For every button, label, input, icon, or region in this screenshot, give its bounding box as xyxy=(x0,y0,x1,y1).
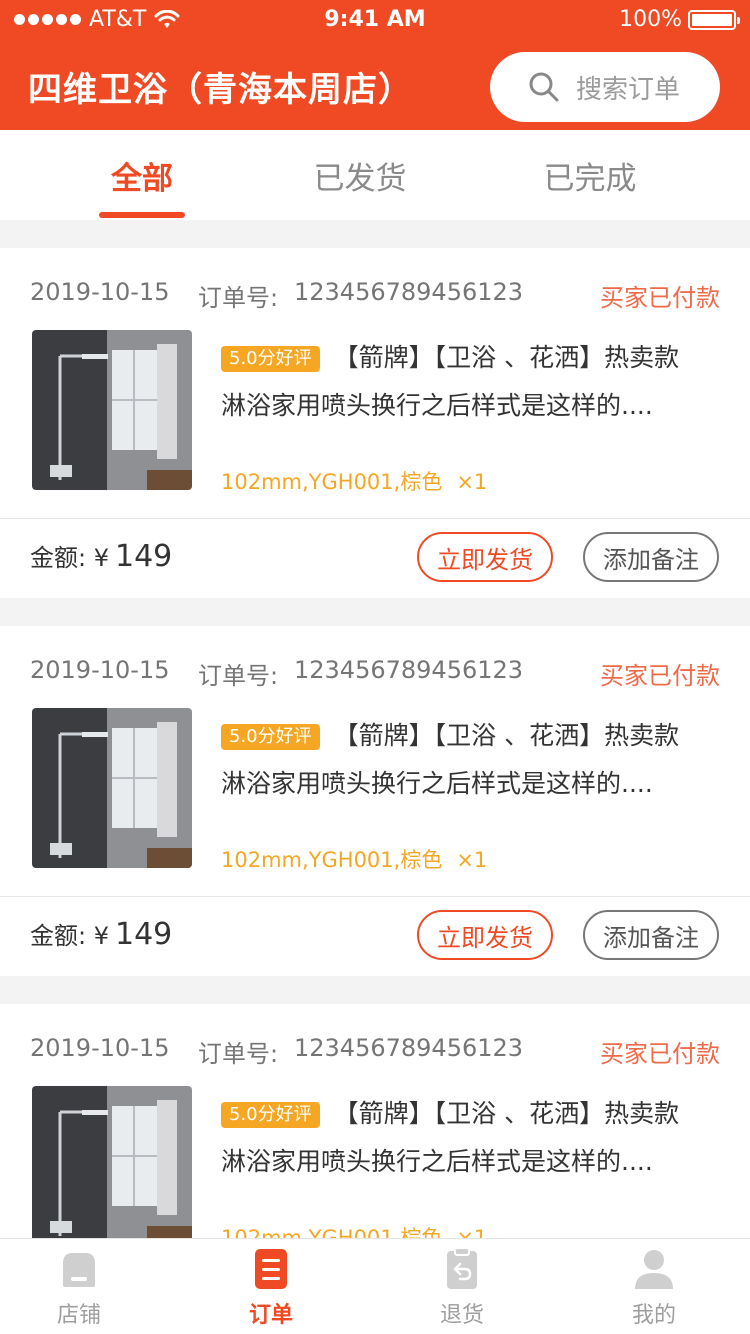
amount-value: 149 xyxy=(114,539,173,574)
product-info[interactable]: 5.0分好评 【箭牌】【卫浴 、花洒】热卖款 淋浴家用喷头换行之后样式是这样的..… xyxy=(221,720,720,800)
product-title-line1: 【箭牌】【卫浴 、花洒】热卖款 xyxy=(333,721,680,750)
product-spec: 102mm,YGH001,棕色 ×1 xyxy=(221,466,487,496)
product-spec: 102mm,YGH001,棕色 ×1 xyxy=(221,844,487,874)
order-header: 2019-10-15 订单号: 123456789456123 买家已付款 xyxy=(30,656,720,690)
quantity: ×1 xyxy=(456,470,488,494)
profile-icon xyxy=(635,1250,673,1289)
product-title-line2: 淋浴家用喷头换行之后样式是这样的.... xyxy=(221,769,653,798)
nav-returns[interactable]: 退货 xyxy=(402,1247,522,1333)
order-header: 2019-10-15 订单号: 123456789456123 买家已付款 xyxy=(30,1034,720,1068)
product-info[interactable]: 5.0分好评 【箭牌】【卫浴 、花洒】热卖款 淋浴家用喷头换行之后样式是这样的..… xyxy=(221,342,720,422)
order-card: 2019-10-15 订单号: 123456789456123 买家已付款 5.… xyxy=(0,626,750,976)
order-number: 123456789456123 xyxy=(294,1034,524,1062)
return-icon xyxy=(447,1247,477,1289)
add-note-button[interactable]: 添加备注 xyxy=(583,910,719,960)
divider xyxy=(0,896,750,897)
tab-all[interactable]: 全部 xyxy=(82,130,202,220)
product-title-line2: 淋浴家用喷头换行之后样式是这样的.... xyxy=(221,391,653,420)
order-number-label: 订单号: xyxy=(198,1040,279,1068)
order-number-label: 订单号: xyxy=(198,662,279,690)
nav-label: 店铺 xyxy=(56,1303,101,1328)
order-list-page: AT&T 9:41 AM 100% 四维卫浴（青海本周店） 搜索订单 全部 已发… xyxy=(0,0,750,1334)
search-placeholder: 搜索订单 xyxy=(576,74,681,105)
product-title-line1: 【箭牌】【卫浴 、花洒】热卖款 xyxy=(333,343,680,372)
amount-value: 149 xyxy=(114,917,173,952)
tab-completed[interactable]: 已完成 xyxy=(530,130,650,220)
search-icon xyxy=(529,72,559,102)
order-status: 买家已付款 xyxy=(600,284,720,312)
quantity: ×1 xyxy=(456,848,488,872)
tab-shipped[interactable]: 已发货 xyxy=(300,130,420,220)
spec-text: 102mm,YGH001,棕色 xyxy=(221,470,443,494)
add-note-button[interactable]: 添加备注 xyxy=(583,532,719,582)
product-image[interactable] xyxy=(32,330,192,490)
product-title-line2: 淋浴家用喷头换行之后样式是这样的.... xyxy=(221,1147,653,1176)
order-card: 2019-10-15 订单号: 123456789456123 买家已付款 5.… xyxy=(0,248,750,598)
amount-label: 金额: ¥ xyxy=(30,544,109,572)
nav-profile[interactable]: 我的 xyxy=(594,1247,714,1333)
nav-store[interactable]: 店铺 xyxy=(19,1247,139,1333)
nav-label: 退货 xyxy=(439,1303,484,1328)
product-info[interactable]: 5.0分好评 【箭牌】【卫浴 、花洒】热卖款 淋浴家用喷头换行之后样式是这样的..… xyxy=(221,1098,720,1178)
nav-label: 订单 xyxy=(248,1303,293,1328)
rating-badge: 5.0分好评 xyxy=(221,1102,320,1128)
order-number-label: 订单号: xyxy=(198,284,279,312)
product-image[interactable] xyxy=(32,1086,192,1246)
battery-icon xyxy=(688,9,740,30)
divider xyxy=(0,518,750,519)
active-tab-indicator xyxy=(99,212,185,218)
amount-label: 金额: ¥ xyxy=(30,922,109,950)
order-date: 2019-10-15 xyxy=(30,1034,170,1062)
store-title: 四维卫浴（青海本周店） xyxy=(28,70,413,110)
bottom-tab-bar: 店铺 订单 退货 我的 xyxy=(0,1238,750,1334)
spec-text: 102mm,YGH001,棕色 xyxy=(221,848,443,872)
ship-now-button[interactable]: 立即发货 xyxy=(417,910,553,960)
order-tabs: 全部 已发货 已完成 xyxy=(0,130,750,220)
product-image[interactable] xyxy=(32,708,192,868)
search-box[interactable]: 搜索订单 xyxy=(490,52,720,122)
order-header: 2019-10-15 订单号: 123456789456123 买家已付款 xyxy=(30,278,720,312)
nav-orders[interactable]: 订单 xyxy=(211,1247,331,1333)
order-status: 买家已付款 xyxy=(600,1040,720,1068)
store-icon xyxy=(63,1253,95,1287)
rating-badge: 5.0分好评 xyxy=(221,346,320,372)
rating-badge: 5.0分好评 xyxy=(221,724,320,750)
header: AT&T 9:41 AM 100% 四维卫浴（青海本周店） 搜索订单 xyxy=(0,0,750,130)
battery-percent: 100% xyxy=(619,7,682,32)
order-amount: 金额: ¥149 xyxy=(30,916,172,952)
order-icon xyxy=(255,1249,287,1289)
status-bar: AT&T 9:41 AM 100% xyxy=(0,0,750,40)
order-number: 123456789456123 xyxy=(294,278,524,306)
order-date: 2019-10-15 xyxy=(30,656,170,684)
battery-area: 100% xyxy=(619,7,740,32)
order-amount: 金额: ¥149 xyxy=(30,538,172,574)
order-date: 2019-10-15 xyxy=(30,278,170,306)
nav-label: 我的 xyxy=(631,1303,676,1328)
order-status: 买家已付款 xyxy=(600,662,720,690)
ship-now-button[interactable]: 立即发货 xyxy=(417,532,553,582)
order-number: 123456789456123 xyxy=(294,656,524,684)
product-title-line1: 【箭牌】【卫浴 、花洒】热卖款 xyxy=(333,1099,680,1128)
